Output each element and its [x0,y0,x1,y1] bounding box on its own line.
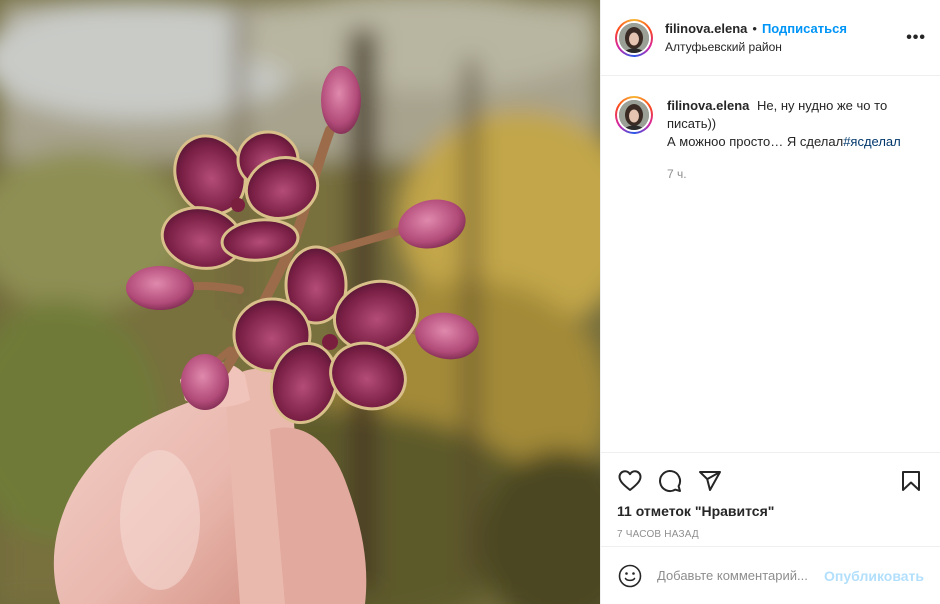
caption-time-ago[interactable]: 7 ч. [667,165,907,183]
emoji-icon [618,564,642,587]
username-link[interactable]: filinova.elena [665,21,747,36]
flower-branch-image [0,0,600,604]
follow-button[interactable]: Подписаться [762,21,847,36]
comment-button[interactable] [657,468,683,494]
add-comment-bar: Опубликовать [601,546,940,604]
location-link[interactable]: Алтуфьевский район [665,40,847,54]
comments-section: filinova.elena Не, ну нудно же чо то пис… [601,76,940,452]
separator-dot: • [752,21,757,36]
caption-avatar-ring[interactable] [615,96,653,134]
share-button[interactable] [697,468,723,494]
save-button[interactable] [898,468,924,494]
caption-text-line2: А можноо просто… Я сделал [667,134,844,149]
bookmark-icon [902,471,920,491]
instagram-post: filinova.elena • Подписаться Алтуфьевски… [0,0,940,604]
caption: filinova.elena Не, ну нудно же чо то пис… [615,96,926,183]
post-side-panel: filinova.elena • Подписаться Алтуфьевски… [600,0,940,604]
avatar-story-ring[interactable] [615,18,653,57]
avatar-image [619,100,649,130]
comment-icon [659,470,682,493]
like-button[interactable] [617,468,643,494]
avatar[interactable] [619,22,649,53]
caption-username-link[interactable]: filinova.elena [667,98,749,113]
action-icons-row [617,461,924,501]
emoji-button[interactable] [617,563,643,589]
likes-count[interactable]: 11 отметок "Нравится" [617,503,924,519]
share-icon [699,471,721,491]
actions-section: 11 отметок "Нравится" 7 часов назад [601,452,940,546]
comment-input[interactable] [657,568,817,583]
caption-body: filinova.elena Не, ну нудно же чо то пис… [667,96,907,183]
posted-time[interactable]: 7 часов назад [617,529,924,540]
avatar-image [619,22,649,53]
caption-avatar[interactable] [619,100,649,130]
publish-button[interactable]: Опубликовать [824,568,924,584]
post-header: filinova.elena • Подписаться Алтуфьевски… [601,0,940,76]
more-options-icon[interactable]: ••• [906,29,926,47]
post-photo[interactable] [0,0,600,604]
hashtag-link[interactable]: #ясделал [843,134,901,149]
heart-icon [618,470,642,491]
